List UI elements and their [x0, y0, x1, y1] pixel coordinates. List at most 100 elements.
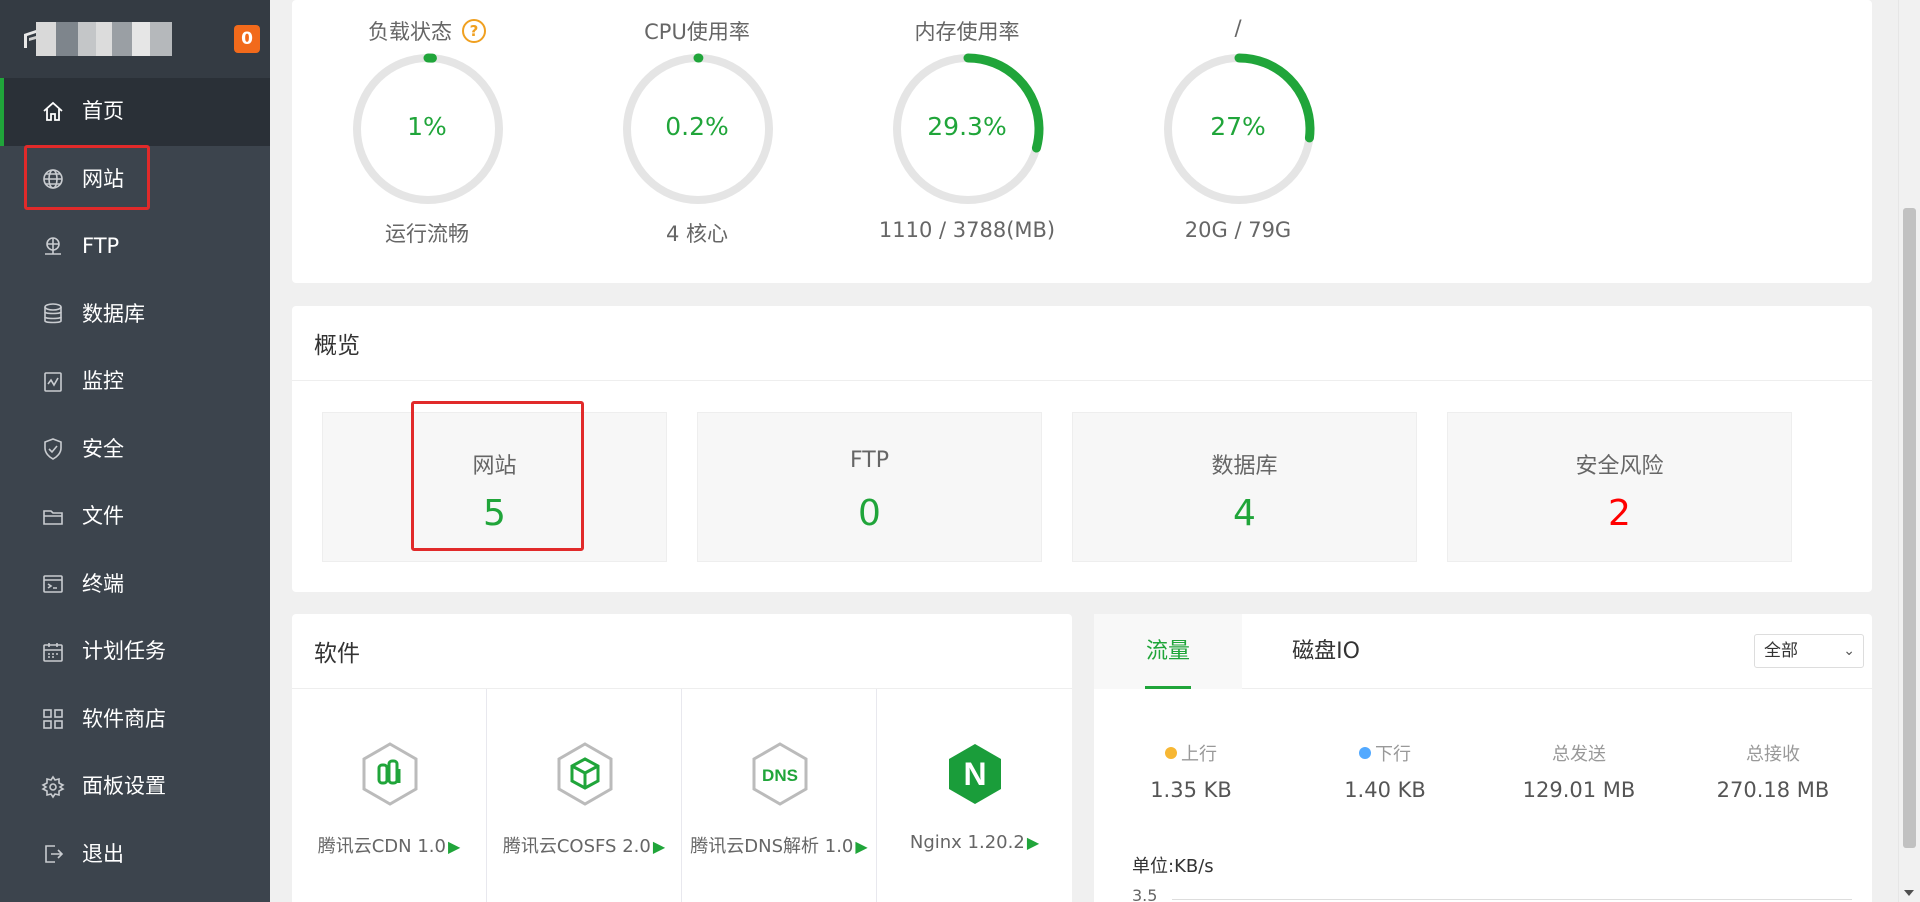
sidebar-item-database[interactable]: 数据库	[0, 281, 270, 349]
chart-unit-label: 单位:KB/s	[1132, 856, 1214, 877]
sidebar-item-label: 退出	[82, 841, 124, 866]
gauge-subtitle: 20G / 79G	[1184, 218, 1292, 242]
svg-text:DNS: DNS	[762, 766, 798, 785]
play-icon[interactable]: ▶	[653, 837, 665, 856]
gauge-subtitle: 4 核心	[665, 222, 729, 246]
stat-value: 270.18 MB	[1716, 778, 1830, 802]
overview-card-label: 网站	[472, 454, 517, 479]
sidebar-item-label: 终端	[82, 571, 124, 596]
tencent-cosfs-icon	[557, 742, 613, 806]
terminal-icon	[40, 571, 66, 597]
gauge-cpu[interactable]: CPU使用率 0.2% 4 核心	[582, 0, 812, 283]
gauge-subtitle: 运行流畅	[385, 222, 469, 246]
grid-icon	[40, 706, 66, 732]
stat-value: 1.40 KB	[1344, 778, 1426, 802]
gauge-memory[interactable]: 内存使用率 29.3% 1110 / 3788(MB)	[852, 0, 1082, 283]
software-item-tencent-dns[interactable]: DNS 腾讯云DNS解析 1.0 ▶	[682, 689, 877, 902]
sidebar-item-monitor[interactable]: 监控	[0, 348, 270, 416]
gauge-value: 27%	[1210, 112, 1266, 141]
sidebar-nav: 首页 网站 FTP 数据库 监控 安全 文件 终端 计划任务 软件商店 面板设置…	[0, 78, 270, 888]
shield-icon	[40, 436, 66, 462]
overview-card-websites[interactable]: 网站 5	[322, 412, 667, 562]
tencent-cdn-icon	[362, 742, 418, 806]
sidebar-item-label: FTP	[82, 234, 120, 259]
globe-icon	[40, 166, 66, 192]
software-item-name: 腾讯云DNS解析 1.0	[690, 836, 854, 857]
sidebar-item-label: 面板设置	[82, 774, 166, 799]
tencent-dns-icon: DNS	[752, 742, 808, 806]
ftp-icon	[40, 234, 66, 260]
sidebar-item-label: 数据库	[82, 301, 145, 326]
overview-card-value[interactable]: 2	[1448, 493, 1791, 534]
status-panel: 负载状态 ? 1% 运行流畅 CPU使用率 0.2% 4 核心 内存使用率 29…	[292, 0, 1872, 283]
page-scrollbar[interactable]	[1898, 0, 1920, 902]
software-panel: 软件 腾讯云CDN 1.0 ▶ 腾讯云COSFS 2.0 ▶ DNS 腾讯云DN…	[292, 614, 1072, 902]
sidebar-item-label: 软件商店	[82, 706, 166, 731]
sidebar-item-home[interactable]: 首页	[0, 78, 270, 146]
gauge-load[interactable]: 负载状态 ? 1% 运行流畅	[312, 0, 542, 283]
overview-card-value[interactable]: 4	[1073, 493, 1416, 534]
gauge-value: 1%	[407, 112, 447, 141]
software-item-nginx[interactable]: N Nginx 1.20.2 ▶	[877, 689, 1072, 902]
software-item-tencent-cosfs[interactable]: 腾讯云COSFS 2.0 ▶	[487, 689, 682, 902]
stat-upload: 上行 1.35 KB	[1094, 740, 1288, 802]
sidebar-item-label: 文件	[82, 504, 124, 529]
chart-gridline	[1172, 899, 1852, 900]
play-icon[interactable]: ▶	[448, 837, 460, 856]
monitor-icon	[40, 369, 66, 395]
sidebar-item-security[interactable]: 安全	[0, 416, 270, 484]
interface-select[interactable]: 全部 ⌄	[1754, 634, 1864, 668]
panel-logo-icon[interactable]	[22, 22, 182, 56]
overview-card-label: 安全风险	[1575, 454, 1664, 479]
software-title: 软件	[292, 614, 1072, 689]
gauge-value: 29.3%	[927, 112, 1007, 141]
overview-card-ftp[interactable]: FTP 0	[697, 412, 1042, 562]
overview-card-security-risk[interactable]: 安全风险 2	[1447, 412, 1792, 562]
overview-card-database[interactable]: 数据库 4	[1072, 412, 1417, 562]
sidebar-item-label: 网站	[82, 166, 124, 191]
folder-icon	[40, 504, 66, 530]
tab-disk-io[interactable]: 磁盘IO	[1242, 614, 1410, 689]
scroll-down-arrow-icon[interactable]	[1904, 890, 1914, 896]
home-icon	[40, 99, 66, 125]
gear-icon	[40, 774, 66, 800]
sidebar-item-cron[interactable]: 计划任务	[0, 618, 270, 686]
traffic-tabs: 流量 磁盘IO 全部 ⌄	[1094, 614, 1872, 689]
stat-value: 129.01 MB	[1522, 778, 1636, 802]
software-item-name: 腾讯云CDN 1.0	[317, 836, 446, 857]
interface-select-value: 全部	[1764, 641, 1798, 661]
overview-card-value[interactable]: 5	[323, 493, 666, 534]
stat-label: 总发送	[1552, 744, 1606, 765]
software-item-tencent-cdn[interactable]: 腾讯云CDN 1.0 ▶	[292, 689, 487, 902]
logout-icon	[40, 841, 66, 867]
stat-label: 总接收	[1746, 744, 1800, 765]
help-icon[interactable]: ?	[462, 19, 486, 43]
play-icon[interactable]: ▶	[855, 837, 867, 856]
overview-card-label: FTP	[850, 448, 889, 473]
sidebar-item-logout[interactable]: 退出	[0, 821, 270, 889]
software-item-name: 腾讯云COSFS 2.0	[502, 836, 651, 857]
scrollbar-thumb[interactable]	[1903, 208, 1916, 848]
sidebar-item-ftp[interactable]: FTP	[0, 213, 270, 281]
sidebar-item-label: 安全	[82, 436, 124, 461]
play-icon[interactable]: ▶	[1027, 833, 1039, 852]
gauge-disk[interactable]: / 27% 20G / 79G	[1123, 0, 1353, 283]
gauge-title: 内存使用率	[914, 20, 1020, 44]
gauge-value: 0.2%	[665, 112, 729, 141]
traffic-panel: 流量 磁盘IO 全部 ⌄ 上行 1.35 KB 下行 1.40 KB 总发送 1…	[1094, 614, 1872, 902]
sidebar-item-settings[interactable]: 面板设置	[0, 753, 270, 821]
sidebar-item-websites[interactable]: 网站	[0, 146, 270, 214]
tab-traffic[interactable]: 流量	[1094, 614, 1242, 689]
sidebar-item-terminal[interactable]: 终端	[0, 551, 270, 619]
gauge-title: 负载状态	[368, 20, 452, 44]
notification-badge[interactable]: 0	[234, 25, 260, 53]
sidebar: 0 首页 网站 FTP 数据库 监控 安全 文件 终端 计划任务 软件商店 面板…	[0, 0, 270, 902]
sidebar-item-label: 计划任务	[82, 639, 166, 664]
database-icon	[40, 301, 66, 327]
overview-card-value[interactable]: 0	[698, 493, 1041, 534]
gauge-title: /	[1234, 16, 1242, 40]
stat-total-sent: 总发送 129.01 MB	[1482, 740, 1676, 802]
sidebar-item-app-store[interactable]: 软件商店	[0, 686, 270, 754]
calendar-icon	[40, 639, 66, 665]
sidebar-item-files[interactable]: 文件	[0, 483, 270, 551]
